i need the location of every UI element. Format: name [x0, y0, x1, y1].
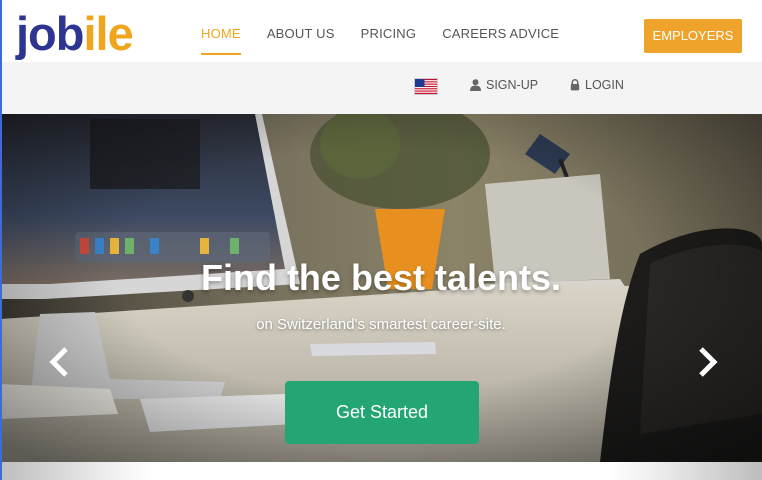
- nav-home[interactable]: HOME: [188, 0, 254, 62]
- sign-up-link[interactable]: SIGN-UP: [470, 76, 538, 94]
- window-edge: [0, 0, 2, 480]
- us-flag-icon[interactable]: [414, 78, 438, 95]
- hero-subtitle: on Switzerland's smartest career-site.: [256, 316, 506, 333]
- account-bar: [0, 62, 762, 114]
- login-link[interactable]: LOGIN: [570, 76, 624, 94]
- login-label: LOGIN: [585, 78, 624, 92]
- logo-part-1: job: [16, 7, 84, 60]
- carousel-prev-arrow[interactable]: [46, 346, 74, 378]
- sign-up-label: SIGN-UP: [486, 78, 539, 92]
- nav-about-us[interactable]: ABOUT US: [254, 0, 348, 62]
- get-started-button[interactable]: Get Started: [285, 381, 479, 444]
- top-header: jobile HOME ABOUT US PRICING CAREERS ADV…: [0, 0, 762, 62]
- hero-title: Find the best talents.: [200, 257, 562, 298]
- user-icon: [470, 79, 481, 91]
- chevron-left-icon: [49, 347, 68, 377]
- nav-careers-advice[interactable]: CAREERS ADVICE: [429, 0, 572, 62]
- lock-icon: [570, 79, 580, 91]
- jobile-logo[interactable]: jobile: [16, 6, 134, 62]
- main-nav: HOME ABOUT US PRICING CAREERS ADVICE: [188, 0, 572, 62]
- nav-pricing[interactable]: PRICING: [348, 0, 430, 62]
- logo-part-2: ile: [83, 7, 133, 60]
- employers-button[interactable]: EMPLOYERS: [644, 19, 742, 53]
- chevron-right-icon: [699, 347, 718, 377]
- section-divider: [0, 462, 762, 480]
- carousel-next-arrow[interactable]: [693, 346, 721, 378]
